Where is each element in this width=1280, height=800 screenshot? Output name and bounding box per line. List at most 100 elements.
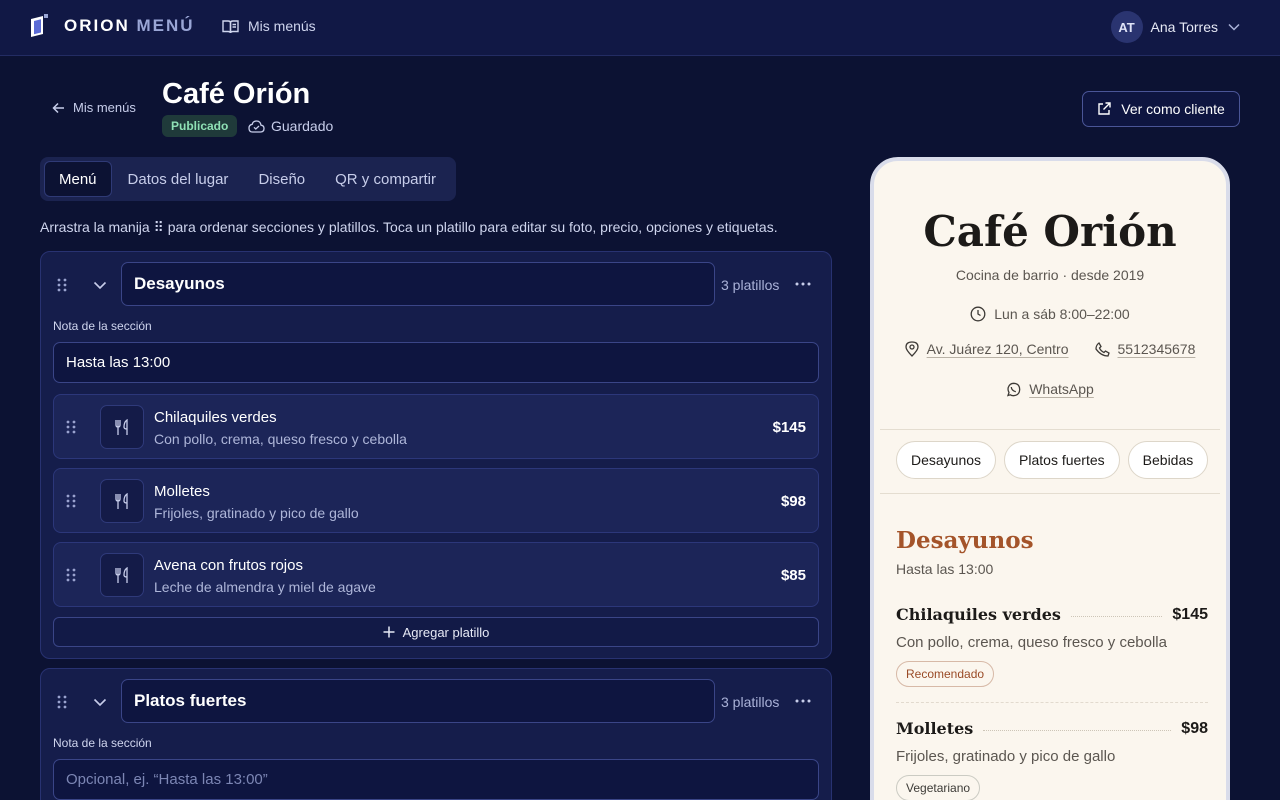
preview-section-chips: Desayunos Platos fuertes Bebidas bbox=[896, 441, 1216, 479]
dish-description: Con pollo, crema, queso fresco y cebolla bbox=[154, 431, 407, 447]
chip-bebidas[interactable]: Bebidas bbox=[1127, 441, 1209, 479]
section-dish-count: 3 platillos bbox=[721, 277, 780, 293]
save-status: Guardado bbox=[248, 118, 333, 134]
add-dish-button[interactable]: Agregar platillo bbox=[53, 617, 819, 647]
brand-name: ORION MENÚ bbox=[64, 16, 195, 36]
preview-dish-name: Molletes bbox=[896, 719, 974, 738]
save-status-label: Guardado bbox=[271, 118, 334, 134]
section-name-input[interactable]: Desayunos bbox=[121, 262, 715, 306]
chip-desayunos[interactable]: Desayunos bbox=[896, 441, 997, 479]
preview-whatsapp-row: WhatsApp bbox=[874, 381, 1226, 397]
preview-divider bbox=[880, 493, 1220, 494]
preview-dish-price: $145 bbox=[1172, 605, 1208, 623]
dish-name: Molletes bbox=[154, 483, 210, 500]
section-more-button[interactable] bbox=[793, 691, 813, 711]
tab-qr-y-compartir[interactable]: QR y compartir bbox=[321, 161, 450, 197]
external-link-icon bbox=[1098, 102, 1111, 115]
drag-handle-icon[interactable] bbox=[66, 420, 76, 434]
status-badge: Publicado bbox=[162, 115, 238, 137]
plus-icon bbox=[383, 626, 395, 638]
user-name: Ana Torres bbox=[1150, 19, 1218, 35]
chevron-down-icon bbox=[1228, 23, 1240, 31]
drag-handle-icon[interactable] bbox=[66, 568, 76, 582]
drag-handle-icon[interactable] bbox=[57, 278, 67, 292]
top-bar: ORION MENÚ Mis menús AT Ana Torres bbox=[0, 0, 1280, 56]
brand[interactable]: ORION MENÚ bbox=[28, 14, 195, 38]
preview-dish-description: Con pollo, crema, queso fresco y cebolla bbox=[896, 634, 1167, 651]
preview-dish-description: Frijoles, gratinado y pico de gallo bbox=[896, 748, 1116, 765]
chevron-down-icon[interactable] bbox=[93, 281, 107, 290]
map-pin-icon bbox=[904, 341, 919, 357]
dish-photo-placeholder[interactable] bbox=[100, 479, 144, 523]
more-horizontal-icon bbox=[795, 282, 811, 286]
nav-link-label: Mis menús bbox=[248, 18, 316, 34]
instructions-hint: Arrastra la manija ⠿ para ordenar seccio… bbox=[40, 219, 778, 235]
drag-handle-icon[interactable] bbox=[57, 695, 67, 709]
preview-address-link[interactable]: Av. Juárez 120, Centro bbox=[927, 341, 1069, 357]
utensils-icon bbox=[115, 418, 128, 435]
dish-name: Chilaquiles verdes bbox=[154, 409, 277, 426]
menu-section: Desayunos 3 platillos Nota de la sección… bbox=[40, 251, 832, 659]
dish-item[interactable]: Chilaquiles verdes Con pollo, crema, que… bbox=[53, 394, 819, 459]
preview-divider bbox=[880, 429, 1220, 430]
customer-preview-phone: Café Orión Cocina de barrio · desde 2019… bbox=[870, 157, 1230, 800]
dish-description: Leche de almendra y miel de agave bbox=[154, 579, 376, 595]
dish-price: $145 bbox=[772, 419, 806, 436]
chip-platos-fuertes[interactable]: Platos fuertes bbox=[1004, 441, 1120, 479]
brand-main: ORION bbox=[64, 16, 130, 35]
nav-mis-menus[interactable]: Mis menús bbox=[222, 18, 316, 34]
section-note-input[interactable]: Opcional, ej. “Hasta las 13:00” bbox=[53, 759, 819, 800]
section-more-button[interactable] bbox=[793, 274, 813, 294]
dish-item[interactable]: Avena con frutos rojos Leche de almendra… bbox=[53, 542, 819, 607]
tab-datos-del-lugar[interactable]: Datos del lugar bbox=[114, 161, 243, 197]
preview-section-title: Desayunos bbox=[896, 527, 1034, 554]
dish-name: Avena con frutos rojos bbox=[154, 557, 303, 574]
orion-logo-icon bbox=[31, 14, 48, 37]
dish-item[interactable]: Molletes Frijoles, gratinado y pico de g… bbox=[53, 468, 819, 533]
section-note-input[interactable]: Hasta las 13:00 bbox=[53, 342, 819, 383]
avatar: AT bbox=[1110, 11, 1143, 43]
back-link[interactable]: Mis menús bbox=[52, 100, 136, 115]
preview-hours: Lun a sáb 8:00–22:00 bbox=[874, 306, 1226, 322]
cloud-check-icon bbox=[248, 119, 265, 133]
section-dish-count: 3 platillos bbox=[721, 694, 780, 710]
preview-hours-text: Lun a sáb 8:00–22:00 bbox=[994, 306, 1130, 322]
dish-photo-placeholder[interactable] bbox=[100, 553, 144, 597]
dish-price: $98 bbox=[780, 493, 806, 510]
add-dish-label: Agregar platillo bbox=[402, 624, 490, 640]
brand-accent: MENÚ bbox=[136, 16, 195, 35]
phone-icon bbox=[1094, 341, 1110, 357]
drag-handle-icon[interactable] bbox=[66, 494, 76, 508]
preview-dish-separator bbox=[896, 702, 1208, 703]
dish-price: $85 bbox=[780, 567, 806, 584]
view-as-customer-button[interactable]: Ver como cliente bbox=[1082, 91, 1240, 127]
menu-section: Platos fuertes 3 platillos Nota de la se… bbox=[40, 668, 832, 800]
book-open-icon bbox=[222, 19, 239, 33]
preview-phone-link[interactable]: 5512345678 bbox=[1118, 341, 1196, 357]
user-menu[interactable]: AT Ana Torres bbox=[1110, 11, 1240, 43]
preview-dish: Chilaquiles verdes $145 Con pollo, crema… bbox=[896, 605, 1208, 687]
section-name-input[interactable]: Platos fuertes bbox=[121, 679, 715, 723]
dish-description: Frijoles, gratinado y pico de gallo bbox=[154, 505, 359, 521]
preview-dish-tag: Recomendado bbox=[896, 661, 995, 687]
utensils-icon bbox=[115, 566, 128, 583]
section-note-label: Nota de la sección bbox=[53, 319, 152, 333]
preview-contact-row: Av. Juárez 120, Centro 5512345678 bbox=[874, 341, 1226, 357]
tab-menu[interactable]: Menú bbox=[44, 161, 112, 197]
preview-whatsapp-link[interactable]: WhatsApp bbox=[1029, 381, 1094, 397]
preview-section-note: Hasta las 13:00 bbox=[896, 561, 994, 577]
view-button-label: Ver como cliente bbox=[1121, 101, 1225, 117]
utensils-icon bbox=[115, 492, 128, 509]
arrow-left-icon bbox=[52, 102, 64, 113]
preview-subtitle: Cocina de barrio · desde 2019 bbox=[955, 267, 1145, 283]
tab-diseno[interactable]: Diseño bbox=[244, 161, 319, 197]
dish-photo-placeholder[interactable] bbox=[100, 405, 144, 449]
whatsapp-icon bbox=[1007, 382, 1021, 396]
back-link-label: Mis menús bbox=[73, 100, 136, 115]
editor-tabs: Menú Datos del lugar Diseño QR y compart… bbox=[40, 157, 456, 201]
chevron-down-icon[interactable] bbox=[93, 698, 107, 707]
preview-dish-tag: Vegetariano bbox=[896, 775, 981, 800]
preview-dish-price: $98 bbox=[1181, 719, 1208, 737]
section-note-label: Nota de la sección bbox=[53, 736, 152, 750]
preview-dish: Molletes $98 Frijoles, gratinado y pico … bbox=[896, 719, 1208, 800]
